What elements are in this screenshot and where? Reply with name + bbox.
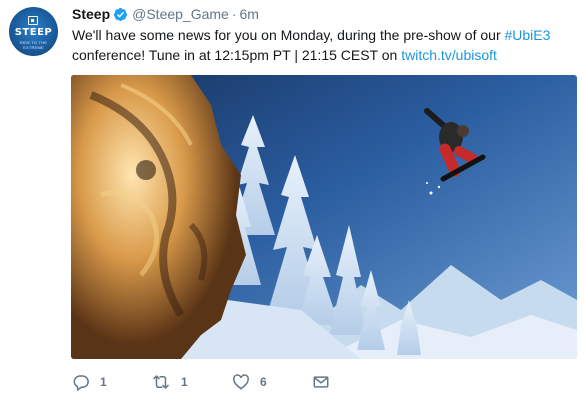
like-count: 6: [260, 375, 267, 389]
reply-button[interactable]: 1: [72, 372, 107, 392]
envelope-icon: [313, 376, 329, 388]
retweet-icon: [152, 375, 170, 389]
reply-count: 1: [100, 375, 107, 389]
avatar-tagline: RIDE TO THE EXTREME: [19, 40, 48, 50]
separator-dot: ·: [231, 6, 237, 22]
like-button[interactable]: 6: [232, 372, 267, 392]
hashtag-link[interactable]: #UbiE3: [505, 27, 551, 43]
account-handle[interactable]: @Steep_Game: [132, 6, 229, 22]
verified-badge-icon: [114, 7, 128, 22]
display-name[interactable]: Steep: [72, 6, 110, 22]
timestamp[interactable]: 6m: [240, 6, 259, 22]
retweet-button[interactable]: 1: [151, 372, 188, 392]
logo-mark-icon: [28, 16, 38, 25]
avatar[interactable]: STEEP RIDE TO THE EXTREME: [9, 7, 58, 56]
tweet-text: We'll have some news for you on Monday, …: [72, 25, 572, 65]
tweet-card: STEEP RIDE TO THE EXTREME Steep @Steep_G…: [0, 0, 584, 402]
reply-icon: [73, 375, 89, 391]
direct-message-button[interactable]: [312, 372, 330, 392]
tweet-text-part: conference! Tune in at 12:15pm PT | 21:1…: [72, 47, 402, 63]
retweet-count: 1: [181, 375, 188, 389]
heart-icon: [233, 374, 249, 390]
url-link[interactable]: twitch.tv/ubisoft: [401, 47, 497, 63]
avatar-wordmark: STEEP: [14, 27, 53, 38]
tweet-text-part: We'll have some news for you on Monday, …: [72, 27, 505, 43]
tweet-photo[interactable]: [71, 75, 577, 359]
tweet-header: Steep @Steep_Game · 6m: [72, 5, 259, 23]
